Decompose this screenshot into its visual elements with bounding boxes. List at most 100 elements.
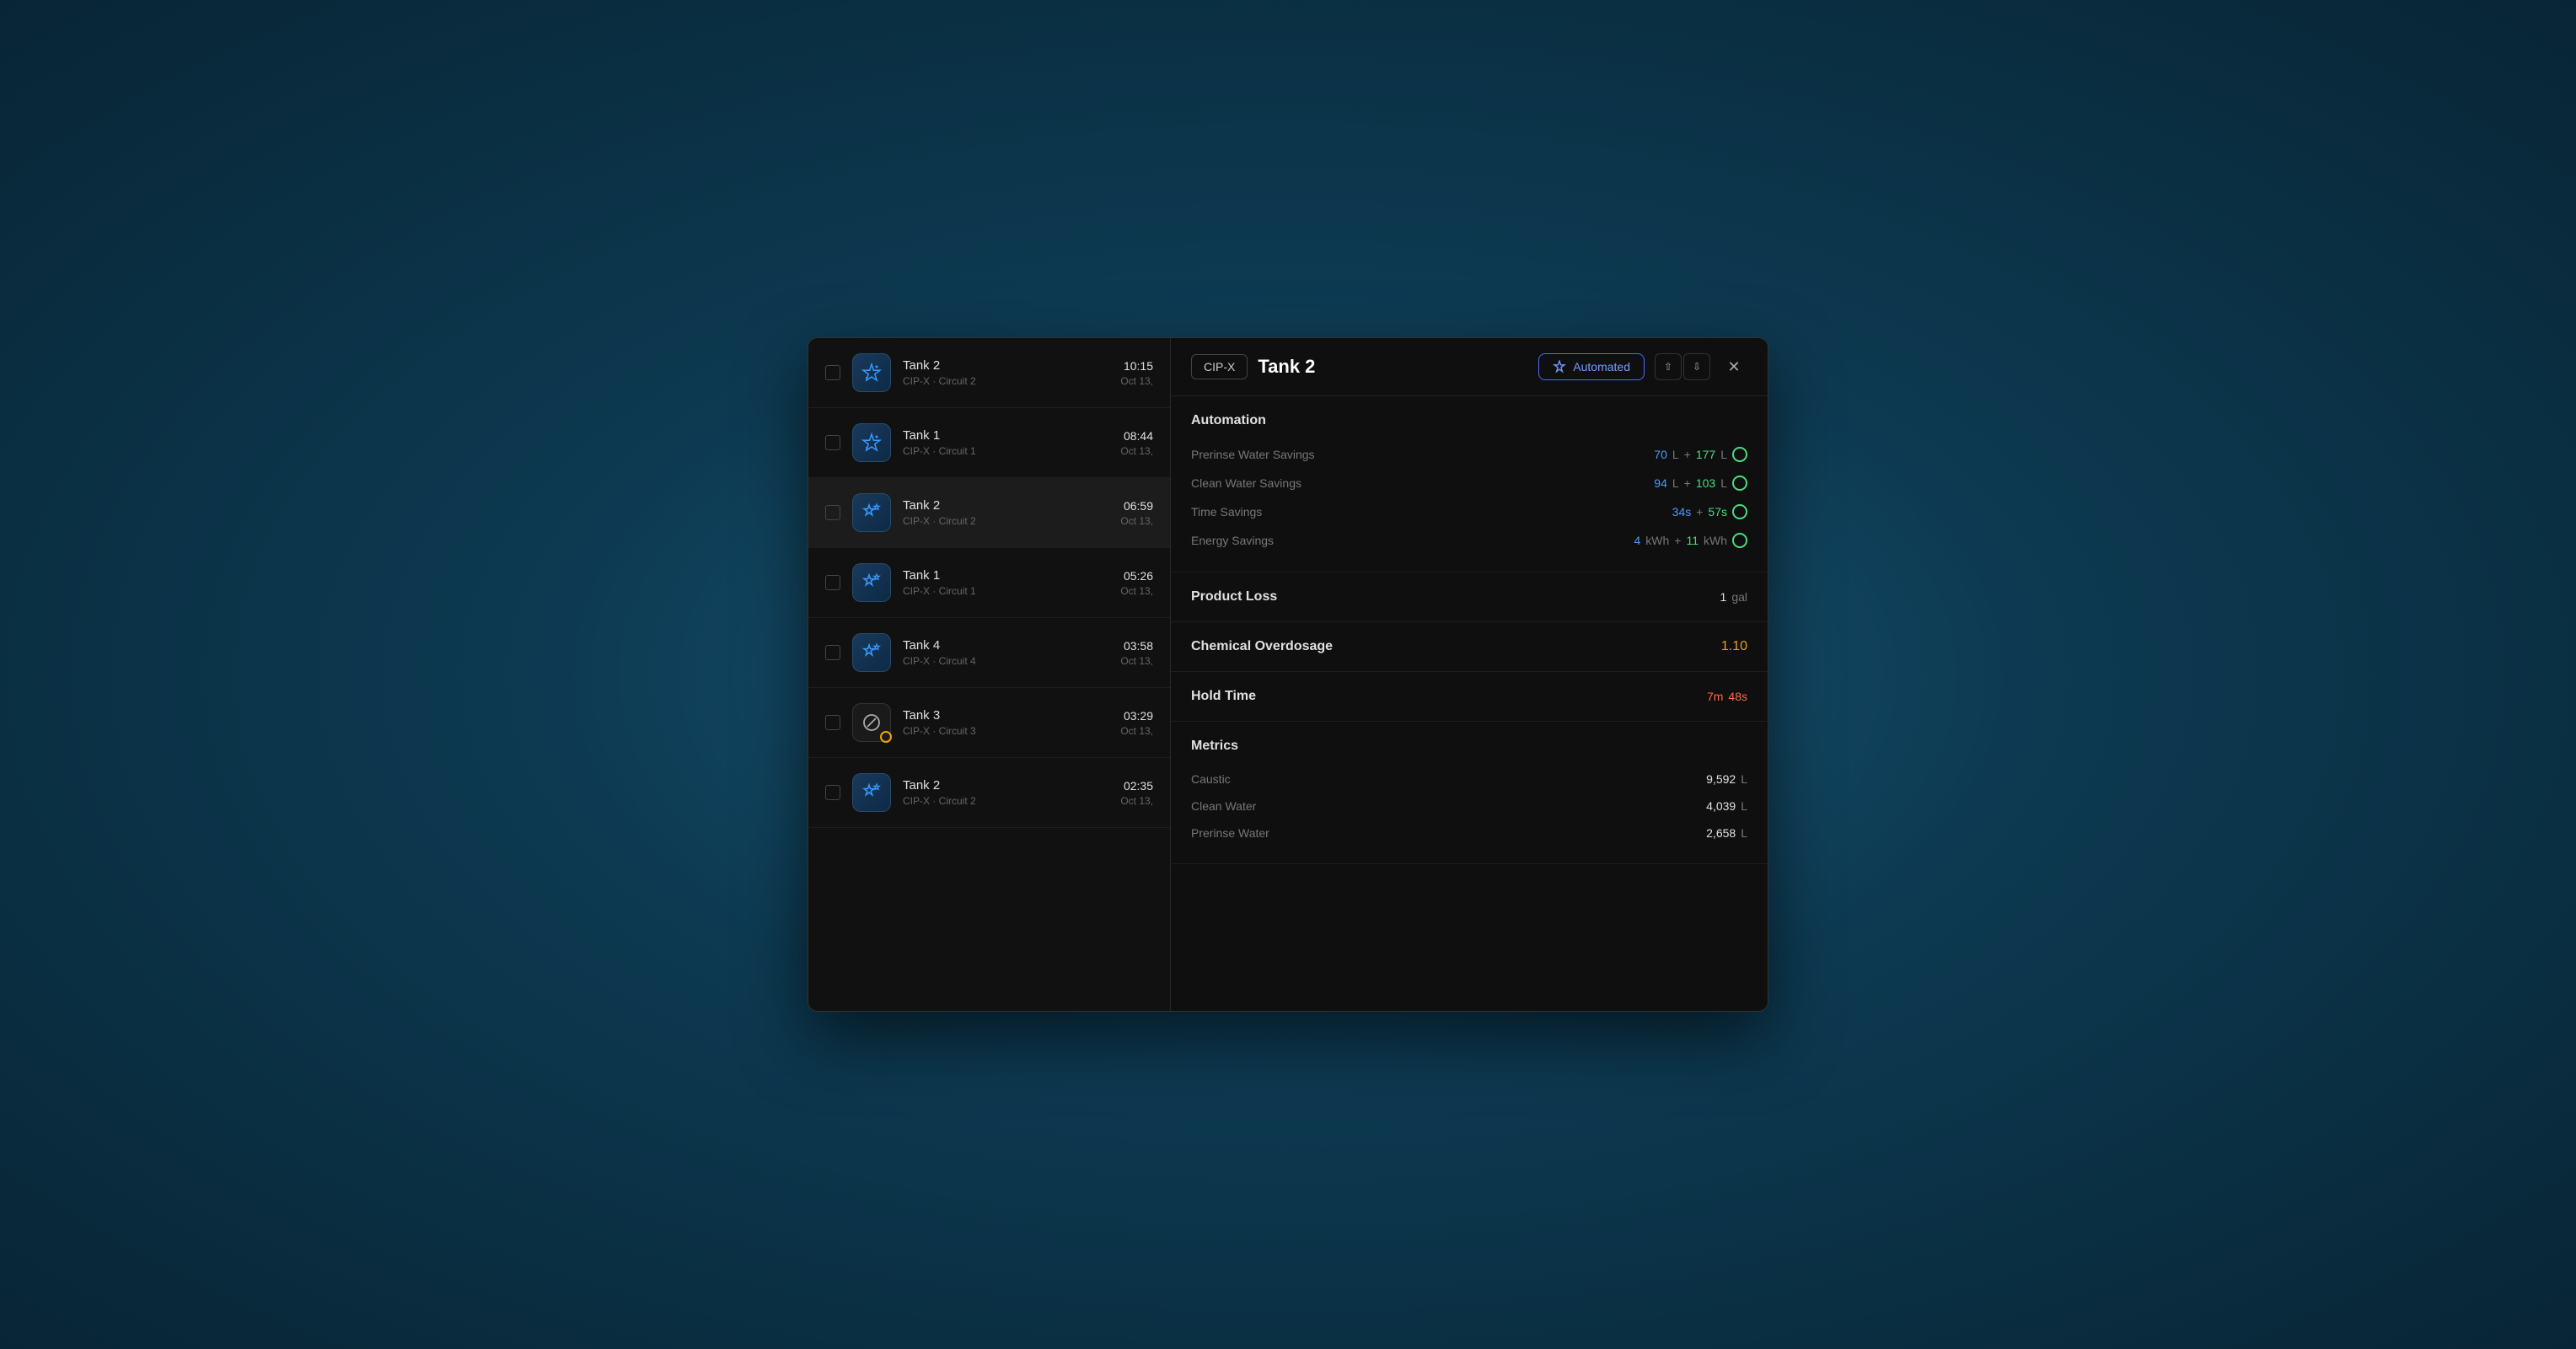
item-info: Tank 2 CIP-X · Circuit 2 (903, 358, 1108, 387)
product-loss-value: 1 gal (1720, 590, 1747, 604)
metric-row-clean-water: Clean Water Savings 94 L + 103 L (1191, 469, 1747, 497)
metric-row-prerinse: Prerinse Water Savings 70 L + 177 L (1191, 440, 1747, 469)
metric-value-clean-water-metrics: 4,039 L (1706, 799, 1747, 813)
list-item[interactable]: Tank 1 CIP-X · Circuit 1 08:44 Oct 13, (808, 408, 1170, 478)
item-name: Tank 2 (903, 778, 1108, 793)
detail-tag: CIP-X (1191, 354, 1248, 379)
item-time: 03:58 Oct 13, (1120, 639, 1153, 667)
metric-value-time: 34s + 57s (1672, 504, 1747, 519)
metric-value-energy: 4 kWh + 11 kWh (1634, 533, 1747, 548)
chemical-overdosage-value: 1.10 (1721, 639, 1747, 654)
sparkles-icon (861, 363, 882, 383)
list-item[interactable]: Tank 3 CIP-X · Circuit 3 03:29 Oct 13, (808, 688, 1170, 758)
close-button[interactable]: ✕ (1720, 353, 1747, 380)
metric-label-prerinse: Prerinse Water Savings (1191, 448, 1315, 461)
item-checkbox[interactable] (825, 785, 840, 800)
val-caustic: 9,592 (1706, 772, 1736, 786)
item-name: Tank 3 (903, 708, 1108, 723)
val-energy-1: 4 (1634, 534, 1640, 547)
unit-prerinse-metrics: L (1741, 826, 1747, 840)
item-checkbox[interactable] (825, 435, 840, 450)
item-sub: CIP-X · Circuit 1 (903, 585, 1108, 597)
product-loss-label: Product Loss (1191, 589, 1277, 605)
item-time: 08:44 Oct 13, (1120, 429, 1153, 457)
cancel-icon (861, 712, 882, 733)
left-panel: Tank 2 CIP-X · Circuit 2 10:15 Oct 13, T… (808, 338, 1171, 1011)
item-time: 06:59 Oct 13, (1120, 499, 1153, 527)
product-loss-row: Product Loss 1 gal (1171, 572, 1768, 622)
metric-label-clean-water: Clean Water Savings (1191, 476, 1301, 490)
nav-down-button[interactable]: ⇩ (1683, 353, 1710, 380)
metric-value-caustic: 9,592 L (1706, 772, 1747, 786)
metric-row-clean-water-metrics: Clean Water 4,039 L (1191, 793, 1747, 820)
val-prerinse-2: 177 (1696, 448, 1715, 461)
item-icon (852, 423, 891, 462)
status-circle-clean (1732, 476, 1747, 491)
chemical-overdosage-label: Chemical Overdosage (1191, 639, 1333, 654)
item-name: Tank 1 (903, 428, 1108, 443)
header-nav: ⇧ ⇩ (1655, 353, 1710, 380)
item-icon (852, 633, 891, 672)
unit-clean-water-metrics: L (1741, 799, 1747, 813)
sparkles-icon (861, 433, 882, 453)
item-checkbox[interactable] (825, 715, 840, 730)
item-time-value: 03:29 (1120, 709, 1153, 723)
item-time: 10:15 Oct 13, (1120, 359, 1153, 387)
item-date-value: Oct 13, (1120, 795, 1153, 807)
item-icon (852, 493, 891, 532)
status-circle-prerinse (1732, 447, 1747, 462)
item-checkbox[interactable] (825, 365, 840, 380)
sparkles-btn-icon (1553, 360, 1566, 374)
item-sub: CIP-X · Circuit 2 (903, 375, 1108, 387)
list-item[interactable]: Tank 4 CIP-X · Circuit 4 03:58 Oct 13, (808, 618, 1170, 688)
status-circle-energy (1732, 533, 1747, 548)
metrics-section: Metrics Caustic 9,592 L Clean Water 4,03… (1171, 722, 1768, 864)
item-sub: CIP-X · Circuit 4 (903, 655, 1108, 667)
item-checkbox[interactable] (825, 505, 840, 520)
metric-value-clean-water: 94 L + 103 L (1654, 476, 1747, 491)
plus-clean: + (1684, 476, 1691, 490)
item-name: Tank 2 (903, 358, 1108, 373)
item-icon (852, 563, 891, 602)
metric-label-time: Time Savings (1191, 505, 1262, 519)
automation-section: Automation Prerinse Water Savings 70 L +… (1171, 396, 1768, 572)
list-item[interactable]: Tank 2 CIP-X · Circuit 2 02:35 Oct 13, (808, 758, 1170, 828)
item-date-value: Oct 13, (1120, 445, 1153, 457)
val-clean-1: 94 (1654, 476, 1667, 490)
item-date-value: Oct 13, (1120, 725, 1153, 737)
val-time-1: 34s (1672, 505, 1692, 519)
metric-row-prerinse-metrics: Prerinse Water 2,658 L (1191, 820, 1747, 846)
sparkles-small-icon (861, 503, 882, 523)
nav-up-button[interactable]: ⇧ (1655, 353, 1682, 380)
unit-prerinse-1: L (1672, 448, 1679, 461)
sparkles-small-icon (861, 642, 882, 663)
item-time: 03:29 Oct 13, (1120, 709, 1153, 737)
unit-energy-2: kWh (1704, 534, 1727, 547)
hold-time-row: Hold Time 7m 48s (1171, 672, 1768, 722)
item-checkbox[interactable] (825, 575, 840, 590)
right-panel: CIP-X Tank 2 Automated ⇧ ⇩ ✕ Automation (1171, 338, 1768, 1011)
val-prerinse-1: 70 (1654, 448, 1667, 461)
metric-label-prerinse-metrics: Prerinse Water (1191, 826, 1269, 840)
item-info: Tank 4 CIP-X · Circuit 4 (903, 638, 1108, 667)
val-energy-2: 11 (1686, 534, 1699, 547)
list-item[interactable]: Tank 2 CIP-X · Circuit 2 10:15 Oct 13, (808, 338, 1170, 408)
app-window: Tank 2 CIP-X · Circuit 2 10:15 Oct 13, T… (808, 337, 1768, 1012)
automated-button[interactable]: Automated (1538, 353, 1645, 380)
list-item[interactable]: Tank 1 CIP-X · Circuit 1 05:26 Oct 13, (808, 548, 1170, 618)
list-item-active[interactable]: Tank 2 CIP-X · Circuit 2 06:59 Oct 13, (808, 478, 1170, 548)
item-time-value: 05:26 (1120, 569, 1153, 583)
unit-energy-1: kWh (1645, 534, 1669, 547)
plus-energy: + (1674, 534, 1681, 547)
item-sub: CIP-X · Circuit 1 (903, 445, 1108, 457)
sparkles-small-icon (861, 572, 882, 593)
item-checkbox[interactable] (825, 645, 840, 660)
detail-header: CIP-X Tank 2 Automated ⇧ ⇩ ✕ (1171, 338, 1768, 396)
item-icon (852, 353, 891, 392)
item-icon (852, 703, 891, 742)
item-time-value: 03:58 (1120, 639, 1153, 653)
item-date-value: Oct 13, (1120, 515, 1153, 527)
item-time-value: 10:15 (1120, 359, 1153, 373)
plus-time: + (1696, 505, 1703, 519)
val-clean-2: 103 (1696, 476, 1715, 490)
